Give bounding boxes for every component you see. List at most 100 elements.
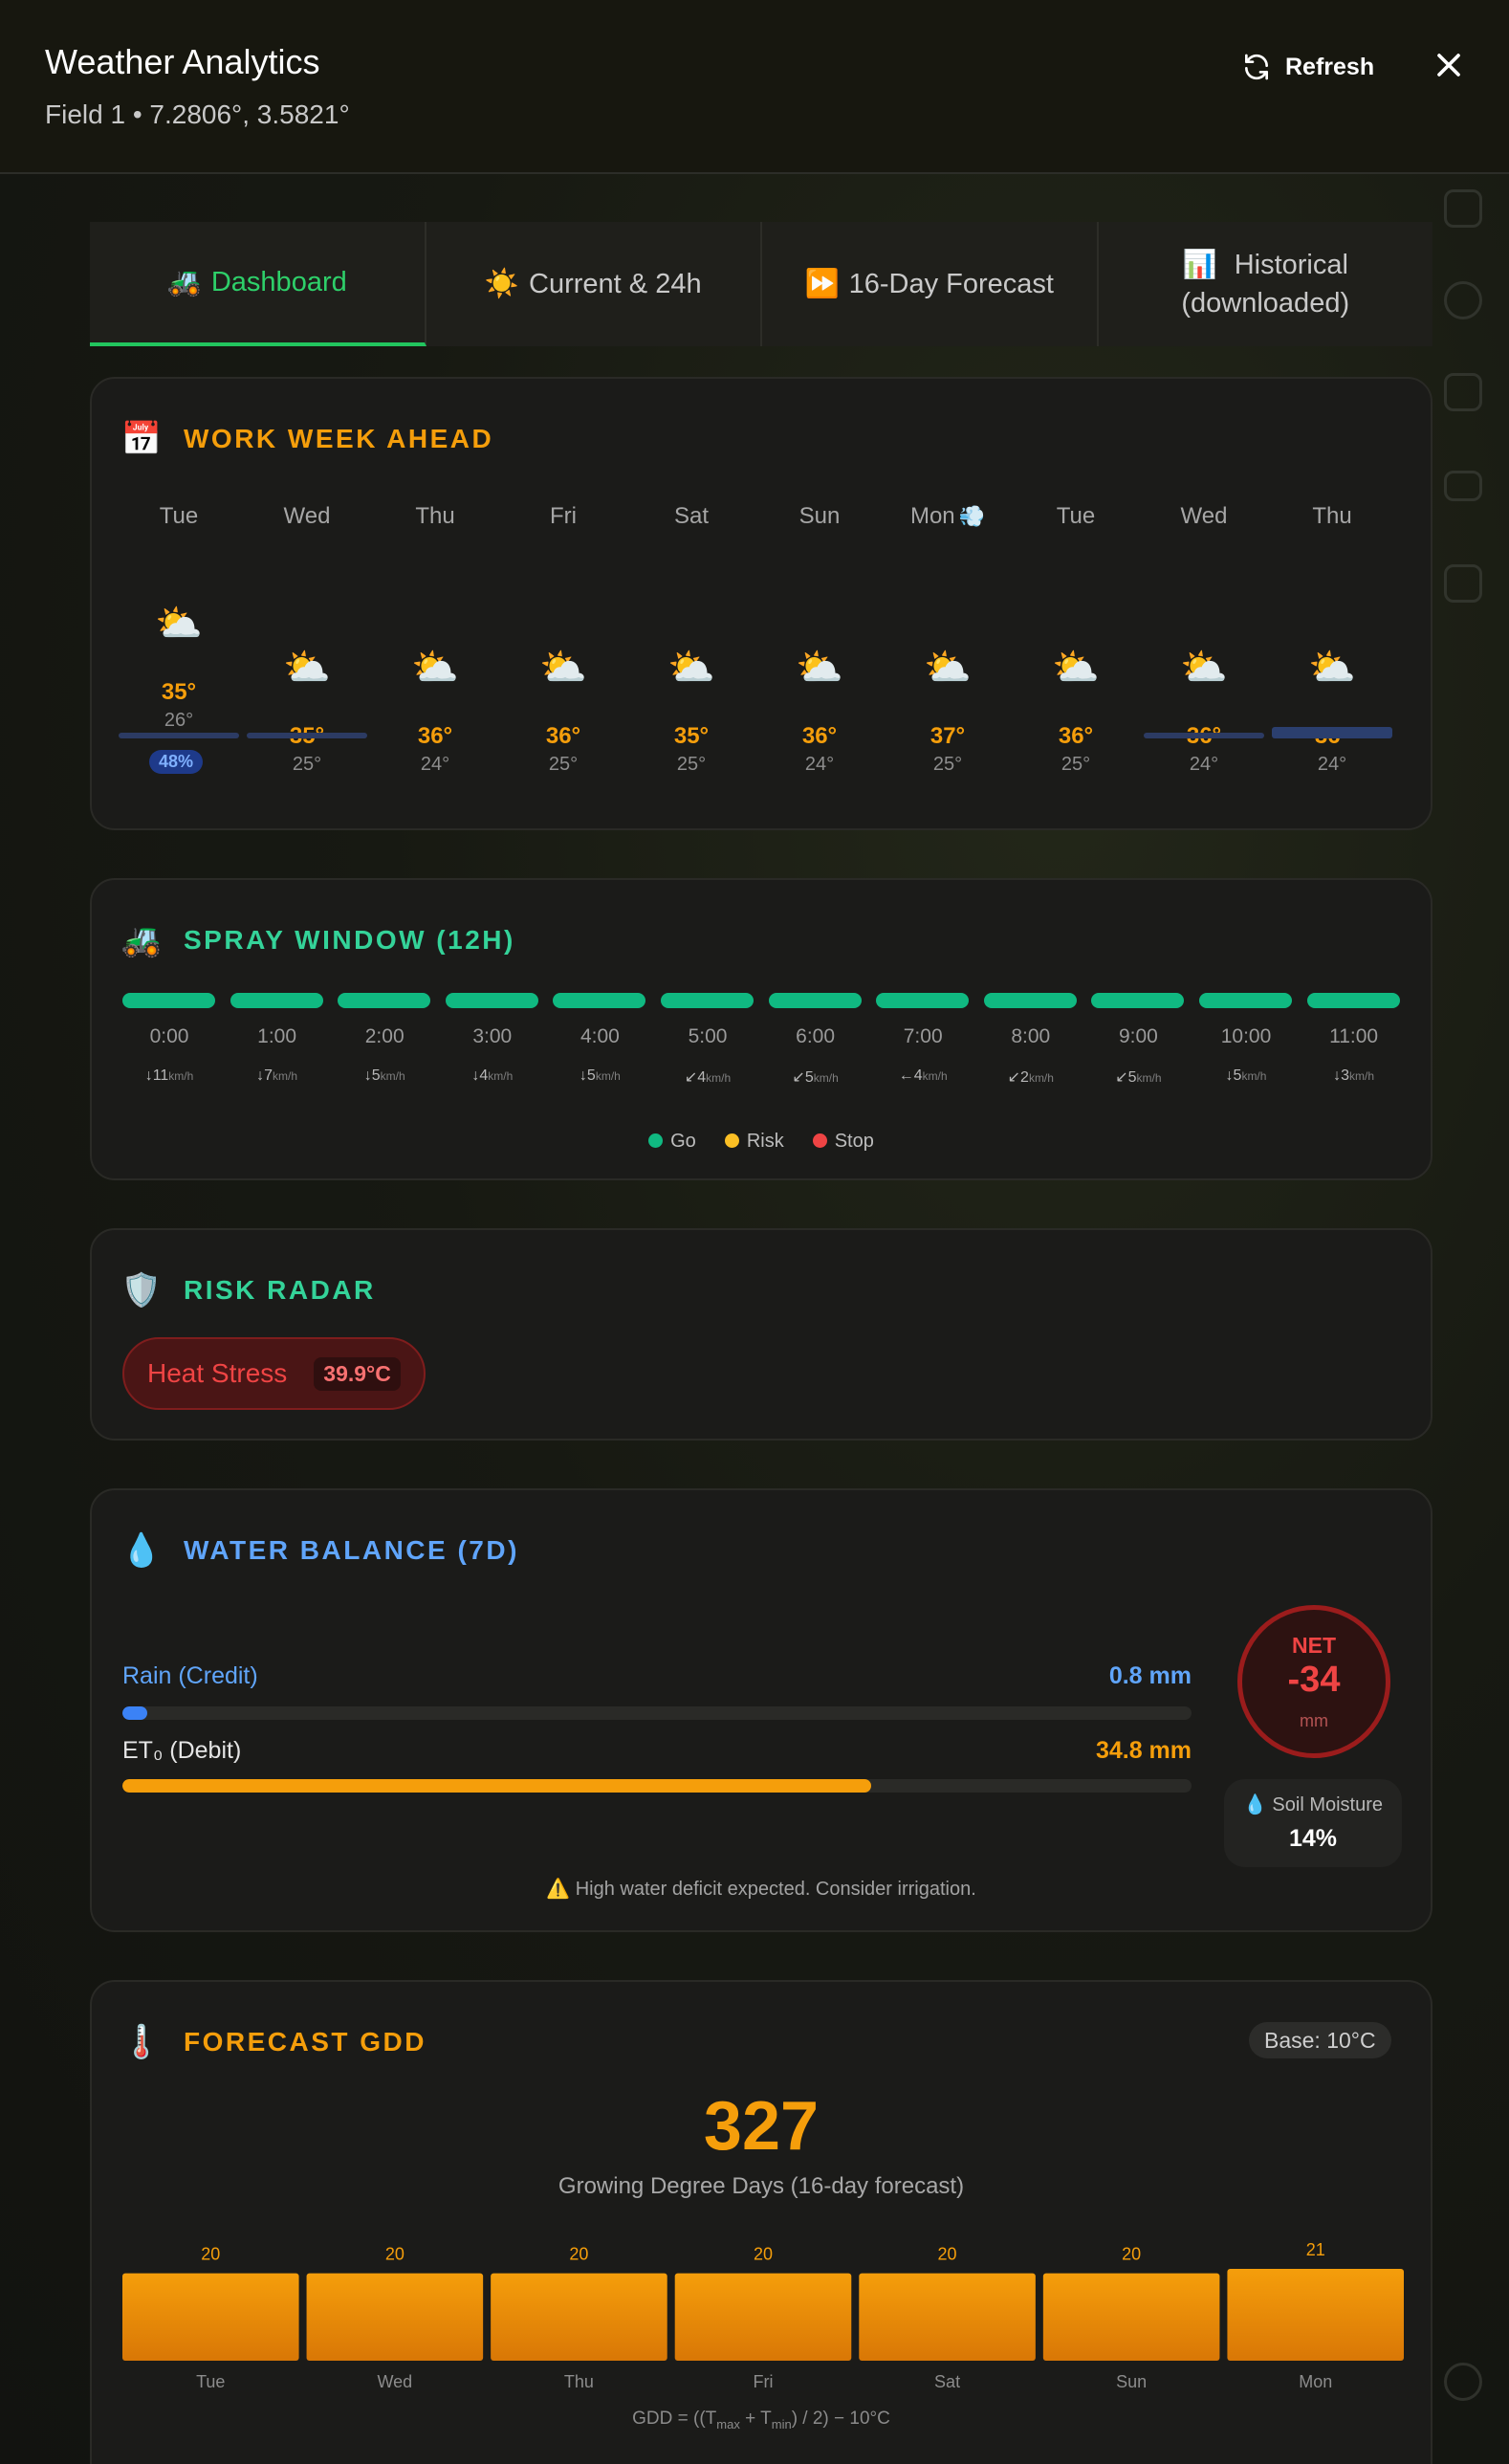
spray-hour-bar[interactable] <box>1306 993 1400 1008</box>
wind-reading: ↙4km/h <box>661 1067 754 1087</box>
legend-item: Go <box>648 1131 696 1153</box>
spray-hour-bar[interactable] <box>1091 993 1185 1008</box>
precip-bar <box>247 733 367 738</box>
day-column: Thu⛅36°24° <box>1268 379 1396 828</box>
day-name: Mon 💨 <box>909 503 986 529</box>
wind-direction-icon: ↓ <box>579 1067 587 1084</box>
spray-hour-bar[interactable] <box>661 993 754 1008</box>
spray-hour-label: 0:00 <box>149 1025 189 1047</box>
spray-hour-bar[interactable] <box>338 993 431 1008</box>
wind-direction-icon: ↓ <box>144 1067 153 1084</box>
partly-cloudy-icon: ⛅ <box>283 647 331 689</box>
day-high-temp: 35° <box>673 723 710 749</box>
gdd-bar-value: 20 <box>938 2245 957 2264</box>
soil-moisture-box: 💧 Soil Moisture 14% <box>1224 1779 1402 1867</box>
water-deficit-warning: ⚠️ High water deficit expected. Consider… <box>546 1879 976 1900</box>
day-low-temp: 25° <box>1061 754 1091 775</box>
tab-dashboard[interactable]: 🚜 Dashboard <box>90 222 426 346</box>
wind-direction-icon: ↓ <box>256 1067 265 1084</box>
wind-reading: ←4km/h <box>876 1067 970 1085</box>
wind-direction-icon: ↙ <box>1115 1069 1128 1086</box>
gdd-day-label: Fri <box>754 2372 774 2391</box>
gdd-total: 327 <box>703 2088 820 2165</box>
gdd-day-label: Wed <box>378 2372 413 2391</box>
spray-hour-bar[interactable] <box>876 993 970 1008</box>
spray-hour-label: 5:00 <box>688 1025 728 1047</box>
info-icon <box>1444 2363 1482 2401</box>
gdd-bar-value: 20 <box>1122 2245 1141 2264</box>
day-high-temp: 37° <box>929 723 966 749</box>
wind-reading: ↓5km/h <box>338 1067 431 1085</box>
wind-reading: ↙5km/h <box>769 1067 863 1087</box>
spray-hour-bar[interactable] <box>122 993 215 1008</box>
spray-hour-label: 3:00 <box>472 1025 513 1047</box>
water-drop-icon: 💧 <box>1242 1794 1273 1815</box>
spray-hour-bar[interactable] <box>445 993 538 1008</box>
water-balance-card: 💧 WATER BALANCE (7D) Rain (Credit) 0.8 m… <box>90 1488 1432 1932</box>
spray-hour-label: 6:00 <box>796 1025 836 1047</box>
work-week-card: 📅 WORK WEEK AHEAD Tue⛅35°26°48%Wed⛅35°25… <box>90 377 1432 830</box>
tab-label: 16-Day Forecast <box>848 269 1054 299</box>
spray-hour-bar[interactable] <box>1199 993 1292 1008</box>
tab-historical[interactable]: 📊 Historical (downloaded) <box>1098 222 1432 346</box>
legend-dot <box>648 1133 664 1148</box>
gdd-bar <box>1042 2273 1220 2361</box>
precip-bar <box>1144 733 1264 738</box>
wind-unit: km/h <box>380 1069 405 1083</box>
wind-reading: ↓4km/h <box>446 1067 539 1085</box>
spray-window-card: 🚜 SPRAY WINDOW (12H) 0:00 ↓11km/h 1:00 ↓7km… <box>90 878 1432 1180</box>
tractor-icon: 🚜 <box>120 922 164 958</box>
spray-hour-label: 2:00 <box>364 1025 405 1047</box>
close-icon <box>1437 54 1460 77</box>
day-name: Fri <box>550 503 577 529</box>
day-name: Sat <box>673 503 710 529</box>
heat-stress-label: Heat Stress <box>147 1358 288 1388</box>
day-low-temp: 24° <box>1317 754 1347 775</box>
water-balance-title: WATER BALANCE (7D) <box>184 1535 519 1565</box>
et-value: 34.8 mm <box>1095 1737 1192 1764</box>
gdd-day-label: Tue <box>196 2372 225 2391</box>
day-name: Tue <box>1056 503 1096 529</box>
wind-reading: ↙2km/h <box>984 1067 1078 1087</box>
tab-label: Dashboard <box>210 267 347 297</box>
spray-hour-label: 11:00 <box>1329 1025 1379 1047</box>
water-balance-header: 💧 WATER BALANCE (7D) <box>121 1530 519 1571</box>
day-column: Wed⛅35°25° <box>243 379 371 828</box>
field-location: Field 1 • 7.2806°, 3.5821° <box>45 99 350 129</box>
wind-reading: ↙5km/h <box>1091 1067 1185 1087</box>
legend-label: Go <box>670 1131 696 1152</box>
wind-speed: 11 <box>152 1067 169 1084</box>
day-column: Sat ⛅ 35° 25° <box>627 379 755 828</box>
spray-hour-label: 7:00 <box>903 1025 943 1047</box>
day-name: Sun <box>798 503 841 529</box>
tab-current-24h[interactable]: ☀️ Current & 24h <box>426 222 762 346</box>
wind-direction-icon: ↓ <box>1225 1067 1234 1084</box>
day-column: Fri ⛅ 36° 25° <box>499 379 627 828</box>
day-low-temp: 25° <box>548 754 579 775</box>
spray-hour-bar[interactable] <box>768 993 862 1008</box>
net-value: -34 <box>1287 1660 1341 1700</box>
day-low-temp: 25° <box>932 754 963 775</box>
page-title: Weather Analytics <box>45 42 320 81</box>
day-high-temp: 36° <box>1058 723 1094 749</box>
heat-stress-badge[interactable]: Heat Stress 39.9°C <box>122 1337 426 1410</box>
wind-icon: 💨 <box>958 504 986 528</box>
spray-hour-label: 10:00 <box>1220 1025 1272 1047</box>
spray-hour-bar[interactable] <box>553 993 646 1008</box>
legend-dot <box>724 1133 739 1148</box>
wind-reading: ↓5km/h <box>553 1067 646 1085</box>
spray-hour-bar[interactable] <box>983 993 1077 1008</box>
et-bar-track <box>122 1779 1192 1793</box>
legend-item: Stop <box>812 1131 874 1153</box>
partly-cloudy-icon: ⛅ <box>796 647 843 689</box>
gdd-day-label: Thu <box>564 2372 594 2391</box>
partly-cloudy-icon: ⛅ <box>539 647 587 689</box>
tab-label: Current & 24h <box>529 269 702 299</box>
gdd-bar-value: 20 <box>385 2245 405 2264</box>
spray-hour-bar[interactable] <box>230 993 323 1008</box>
close-button[interactable] <box>1430 46 1468 84</box>
sidebar-ghost-icon <box>1444 189 1482 228</box>
partly-cloudy-icon: ⛅ <box>1180 647 1228 689</box>
tab-16-day-forecast[interactable]: ⏩ 16-Day Forecast <box>762 222 1099 346</box>
refresh-button[interactable]: Refresh <box>1241 48 1374 86</box>
